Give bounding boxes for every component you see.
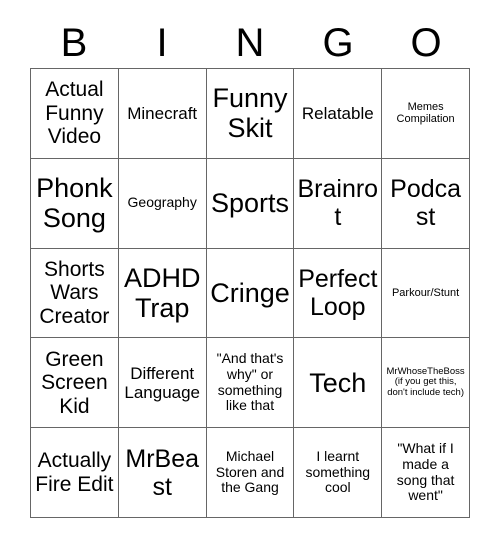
bingo-cell-label: Different Language [124, 363, 201, 402]
bingo-cell-label: Perfect Loop [298, 264, 378, 321]
bingo-cell-r5c4[interactable]: I learnt something cool [294, 428, 383, 518]
header-letter-o: O [410, 21, 442, 65]
bingo-cell-r4c2[interactable]: Different Language [118, 338, 207, 429]
bingo-cell-label: Actually Fire Edit [35, 449, 114, 496]
bingo-cell-label: Sports [210, 188, 290, 219]
bingo-cell-r1c1[interactable]: Actual Funny Video [31, 69, 119, 159]
header-letter-n: N [235, 21, 265, 65]
bingo-cell-label: Brainrot [297, 175, 379, 232]
bingo-header: B I N G O [30, 18, 470, 68]
bingo-cell-r5c5[interactable]: "What if I made a song that went" [382, 428, 470, 518]
bingo-cell-label: Shorts Wars Creator [39, 257, 110, 328]
bingo-cell-label: MrBeast [125, 444, 200, 501]
bingo-cell-r3c3[interactable]: Cringe [206, 248, 295, 339]
bingo-cell-label: MrWhoseTheBoss (if you get this, don't i… [386, 365, 465, 399]
bingo-cell-r1c5[interactable]: Memes Compilation [382, 69, 470, 159]
bingo-cell-r4c5[interactable]: MrWhoseTheBoss (if you get this, don't i… [382, 338, 470, 429]
header-letter-b: B [60, 21, 88, 65]
bingo-cell-label: Tech [309, 367, 367, 398]
bingo-cell-label: Phonk Song [36, 172, 113, 234]
bingo-cell-r4c4[interactable]: Tech [294, 338, 383, 429]
bingo-cell-label: "And that's why" or something like that [216, 350, 284, 414]
bingo-card: B I N G O Actual Funny Video Minecraft Fun… [0, 0, 500, 544]
bingo-cell-r5c1[interactable]: Actually Fire Edit [31, 428, 119, 518]
bingo-cell-r2c4[interactable]: Brainrot [294, 158, 383, 249]
bingo-cell-label: Memes Compilation [396, 101, 455, 126]
bingo-cell-label: Funny Skit [212, 83, 288, 144]
bingo-cell-label: Podcast [390, 175, 462, 232]
bingo-cell-label: ADHD Trap [123, 262, 201, 323]
bingo-cell-r3c5[interactable]: Parkour/Stunt [382, 248, 470, 339]
bingo-cell-label: I learnt something cool [305, 448, 371, 496]
bingo-cell-r2c1[interactable]: Phonk Song [31, 158, 119, 249]
bingo-cell-label: Geography [127, 194, 197, 211]
bingo-cell-r4c1[interactable]: Green Screen Kid [31, 338, 119, 429]
bingo-cell-label: Green Screen Kid [41, 347, 108, 418]
bingo-cell-r1c4[interactable]: Relatable [294, 69, 383, 159]
bingo-cell-label: "What if I made a song that went" [396, 440, 455, 504]
bingo-cell-r3c4[interactable]: Perfect Loop [294, 248, 383, 339]
bingo-cell-r2c3[interactable]: Sports [206, 158, 295, 249]
header-letter-g: G [322, 21, 354, 65]
bingo-cell-label: Relatable [301, 103, 374, 123]
bingo-grid: Actual Funny Video Minecraft Funny Skit Rel… [30, 68, 470, 518]
bingo-cell-r2c2[interactable]: Geography [118, 158, 207, 249]
header-letter-i: I [156, 21, 168, 65]
bingo-cell-label: Minecraft [127, 103, 198, 123]
bingo-cell-r5c2[interactable]: MrBeast [118, 428, 207, 518]
bingo-cell-label: Michael Storen and the Gang [215, 448, 285, 496]
bingo-cell-r5c3[interactable]: Michael Storen and the Gang [206, 428, 295, 518]
bingo-cell-label: Actual Funny Video [45, 78, 104, 149]
bingo-cell-r3c2[interactable]: ADHD Trap [118, 248, 207, 339]
bingo-cell-r3c1[interactable]: Shorts Wars Creator [31, 248, 119, 339]
bingo-cell-r2c5[interactable]: Podcast [382, 158, 470, 249]
bingo-cell-r1c2[interactable]: Minecraft [118, 69, 207, 159]
bingo-cell-label: Cringe [210, 277, 290, 308]
bingo-cell-label: Parkour/Stunt [391, 286, 460, 299]
bingo-cell-r1c3[interactable]: Funny Skit [206, 69, 295, 159]
bingo-cell-r4c3[interactable]: "And that's why" or something like that [206, 338, 295, 429]
